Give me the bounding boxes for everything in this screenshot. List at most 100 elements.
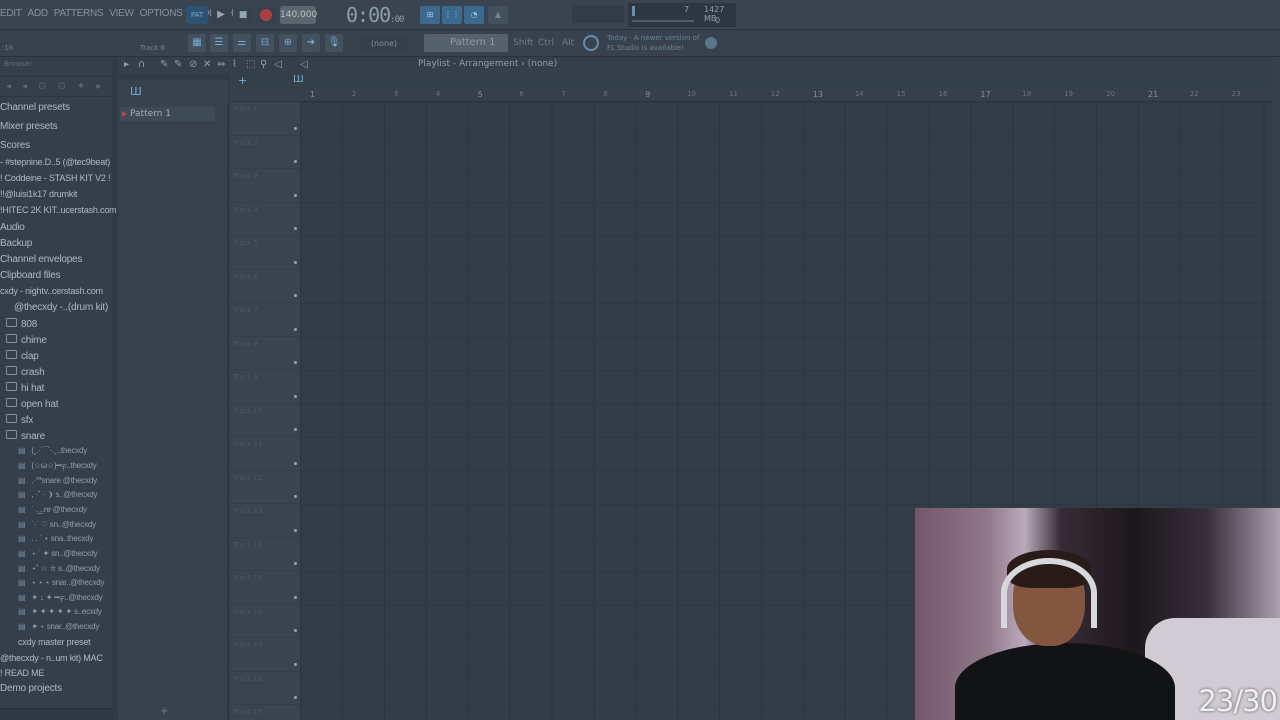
browser-item-root[interactable]: Backup xyxy=(0,238,32,249)
track-header[interactable]: Track 6 xyxy=(230,270,300,303)
master-volume-slot[interactable] xyxy=(572,5,624,23)
pattern-selector[interactable]: Pattern 1 xyxy=(424,34,508,52)
news-icon[interactable] xyxy=(583,35,599,51)
track-header[interactable]: Track 9 xyxy=(230,370,300,404)
track-mute-indicator-icon[interactable] xyxy=(294,696,297,699)
browser-item-root[interactable]: Channel presets xyxy=(0,102,70,113)
browser-item-file[interactable]: ⋆˚ ☆ ⛦ s..@thecxdy xyxy=(0,564,100,574)
browser-item-folder[interactable]: hi hat xyxy=(0,382,44,394)
browser-item-root[interactable]: Audio xyxy=(0,222,25,233)
browser-item-folder[interactable]: chime xyxy=(0,334,47,346)
delete-tool-icon[interactable]: ⊘ xyxy=(189,59,197,70)
browser-item-folder[interactable]: snare xyxy=(0,430,45,442)
track-mute-indicator-icon[interactable] xyxy=(294,160,297,163)
pattern-song-toggle[interactable]: PAT xyxy=(186,6,208,24)
browser-item-pack[interactable]: ! Coddeine - STASH KIT V2 ! xyxy=(0,173,111,183)
track-header[interactable]: Track 19 xyxy=(230,705,300,720)
track-header[interactable]: Track 16 xyxy=(230,605,300,638)
track-header[interactable]: Track 13 xyxy=(230,504,300,538)
browser-item-pack[interactable]: @thecxdy - n..um kit) MAC xyxy=(0,653,103,663)
step-edit-icon[interactable]: ⋮⋮ xyxy=(442,6,462,24)
slip-tool-icon[interactable]: ⇔ xyxy=(217,59,225,70)
browser-item-pack[interactable]: ! READ ME xyxy=(0,668,44,678)
browser-item-root[interactable]: Scores xyxy=(0,140,30,151)
track-mute-indicator-icon[interactable] xyxy=(294,327,297,331)
update-notice-close-icon[interactable] xyxy=(705,37,717,49)
track-header[interactable]: Track 17 xyxy=(230,638,300,672)
zoom-tool-icon[interactable]: ⚲ xyxy=(260,59,267,70)
pattern-list-item[interactable]: Pattern 1 xyxy=(120,107,215,121)
browser-back-icon[interactable]: ◂ xyxy=(6,81,11,92)
browser-item-file[interactable]: . . ˙ ⋆ sna..thecxdy xyxy=(0,534,93,543)
wait-input-icon[interactable]: ◔ xyxy=(464,6,484,24)
track-mute-indicator-icon[interactable] xyxy=(294,294,297,297)
track-header[interactable]: Track 8 xyxy=(230,337,300,370)
browser-item-open[interactable]: @thecxdy -..(drum kit) xyxy=(0,302,108,313)
menu-item[interactable]: OPTIONS xyxy=(140,8,183,19)
shift-key[interactable]: Shift xyxy=(513,35,533,51)
tempo-display[interactable]: 140.000 xyxy=(280,6,317,24)
picker-mode-icon[interactable]: Ш xyxy=(130,85,142,98)
stop-button[interactable]: ■ xyxy=(233,6,253,24)
update-notice[interactable]: Today · A newer version of FL Studio is … xyxy=(607,33,699,53)
browser-item-root[interactable]: Channel envelopes xyxy=(0,254,82,265)
browser-item-file[interactable]: (☆ω☆)━╤..thecxdy xyxy=(0,461,96,470)
browser-item-file[interactable]: ˙·˙ ♡ sn..@thecxdy xyxy=(0,520,96,529)
record-button[interactable] xyxy=(256,6,276,24)
playback-tool-icon[interactable]: ◁ xyxy=(274,59,282,70)
track-header[interactable]: Track 7 xyxy=(230,303,300,337)
browser-icon[interactable]: ➜ xyxy=(302,34,320,52)
typing-keyboard-icon[interactable]: ⊞ xyxy=(420,6,440,24)
browser-item-file[interactable]: ⋆ ˙ ✦ sn..@thecxdy xyxy=(0,549,97,558)
playlist-menu-icon[interactable]: ▸ xyxy=(124,59,129,70)
track-mute-indicator-icon[interactable] xyxy=(294,227,297,230)
add-marker-icon[interactable]: + xyxy=(238,74,247,87)
add-track-icon[interactable]: + xyxy=(160,706,168,717)
browser-item-file[interactable]: ✦ ↓ ✦ ━╤..@thecxdy xyxy=(0,593,102,602)
back-arrow-icon[interactable]: ◁ xyxy=(300,59,308,70)
playlist-timeline-ruler[interactable]: 1 2 3 4 5 6 7 8 9 10 11 12 13 14 15 16 17 18 19 20 21 22 23 xyxy=(230,88,1280,102)
track-mute-indicator-icon[interactable] xyxy=(294,428,297,431)
browser-item-preset[interactable]: cxdy master preset xyxy=(0,637,91,647)
menu-item[interactable]: EDIT xyxy=(0,8,22,19)
browser-item-file[interactable]: ⋆ ⋆ ⋆ snar..@thecxdy xyxy=(0,578,104,587)
track-mute-indicator-icon[interactable] xyxy=(294,528,297,532)
browser-item-root[interactable]: Demo projects xyxy=(0,683,62,694)
playlist-mode-icon[interactable]: Ш xyxy=(293,74,304,85)
track-mute-indicator-icon[interactable] xyxy=(294,595,297,599)
track-header[interactable]: Track 1 xyxy=(230,102,300,136)
plugin-picker-icon[interactable]: ⊕ xyxy=(279,34,297,52)
browser-item-pack[interactable]: - #stepnine.D..5 (@tec9beat) xyxy=(0,157,110,167)
track-mute-indicator-icon[interactable] xyxy=(294,193,297,197)
mute-tool-icon[interactable]: ✕ xyxy=(203,59,211,70)
browser-star-icon[interactable]: ✦ xyxy=(77,81,85,92)
browser-item-root[interactable]: Mixer presets xyxy=(0,121,58,132)
track-mute-indicator-icon[interactable] xyxy=(294,629,297,632)
alt-key[interactable]: Alt xyxy=(562,35,574,51)
channel-rack-icon[interactable]: ⚌ xyxy=(233,34,251,52)
browser-item-folder[interactable]: sfx xyxy=(0,414,33,426)
browser-item-file[interactable]: ✦ ✦ ✦ ✦ ✦ s..ecxdy xyxy=(0,607,102,616)
track-mute-indicator-icon[interactable] xyxy=(294,495,297,498)
browser-item-file[interactable]: ✦ ⋆ snar..@thecxdy xyxy=(0,622,99,631)
browser-item-pack[interactable]: !HITEC 2K KIT..ucerstash.com xyxy=(0,205,117,215)
browser-item-folder[interactable]: 808 xyxy=(0,318,37,330)
draw-tool-icon[interactable]: ✎ xyxy=(160,59,168,70)
metronome-icon[interactable]: ▲ xyxy=(488,6,508,24)
browser-item-pack[interactable]: cxdy - nightv..cerstash.com xyxy=(0,286,103,296)
menu-item[interactable]: ADD xyxy=(28,8,49,19)
browser-forward-icon[interactable]: ▸ xyxy=(96,81,101,92)
track-header[interactable]: Track 12 xyxy=(230,471,300,504)
track-mute-indicator-icon[interactable] xyxy=(294,361,297,364)
browser-item-file[interactable]: (¸.·´¯`·.¸..thecxdy xyxy=(0,446,87,455)
track-mute-indicator-icon[interactable] xyxy=(294,394,297,398)
track-mute-indicator-icon[interactable] xyxy=(294,260,297,264)
track-mute-indicator-icon[interactable] xyxy=(294,562,297,565)
track-header[interactable]: Track 4 xyxy=(230,203,300,236)
browser-item-file[interactable]: .·°*snare @thecxdy xyxy=(0,476,97,485)
track-header[interactable]: Track 15 xyxy=(230,571,300,605)
magnet-icon[interactable]: ∩ xyxy=(138,59,145,70)
track-header[interactable]: Track 10 xyxy=(230,404,300,437)
microphone-icon[interactable]: 🎙 xyxy=(325,34,343,52)
piano-roll-icon[interactable]: ☰ xyxy=(210,34,228,52)
